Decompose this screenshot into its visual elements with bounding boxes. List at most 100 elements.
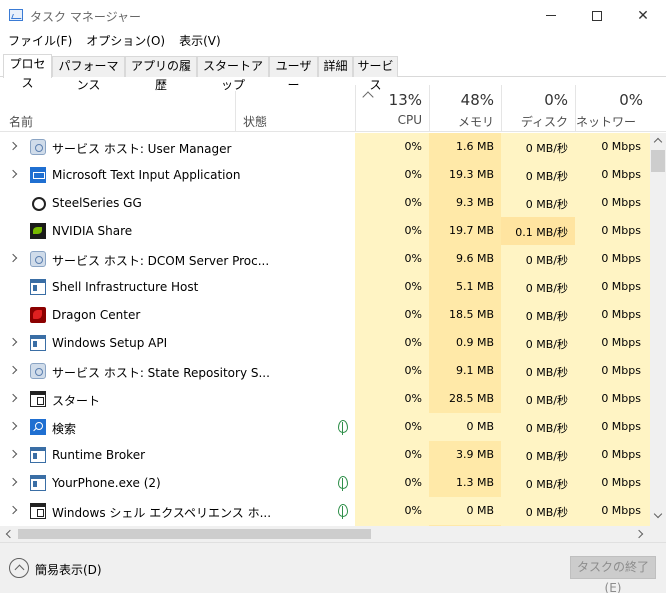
scroll-down-icon[interactable] xyxy=(653,509,663,519)
process-row[interactable]: SteelSeries GG 0% 9.3 MB 0 MB/秒 0 Mbps xyxy=(0,189,650,217)
disk-cell: 0 MB/秒 xyxy=(525,506,568,519)
memory-cell: 5.1 MB xyxy=(455,280,494,293)
expand-chevron-icon[interactable] xyxy=(8,449,18,459)
fewer-details-link[interactable]: 簡易表示(D) xyxy=(35,561,102,578)
title-bar[interactable]: タスク マネージャー ✕ xyxy=(0,0,666,31)
process-list: サービス ホスト: User Manager 0% 1.6 MB 0 MB/秒 0 Mb… xyxy=(0,133,650,526)
process-name: スタート xyxy=(52,394,101,408)
disk-cell: 0 MB/秒 xyxy=(525,450,568,463)
disk-total: 0% xyxy=(544,91,568,109)
expand-chevron-icon[interactable] xyxy=(8,141,18,151)
maximize-button[interactable] xyxy=(574,0,620,31)
cpu-cell: 0% xyxy=(404,196,422,209)
collapse-chevron-icon[interactable] xyxy=(9,558,29,578)
cpu-cell: 0% xyxy=(404,392,422,405)
search-icon xyxy=(30,419,46,435)
column-cpu-header[interactable]: 13% CPU xyxy=(355,85,429,132)
network-cell: 0 Mbps xyxy=(601,476,641,489)
vertical-scroll-thumb[interactable] xyxy=(651,150,665,172)
end-task-button[interactable]: タスクの終了(E) xyxy=(570,556,656,593)
process-name: SteelSeries GG xyxy=(52,196,142,210)
keyboard-icon xyxy=(30,167,46,183)
task-manager-icon xyxy=(9,9,23,21)
suspended-leaf-icon xyxy=(338,419,348,435)
tab-services[interactable]: サービス xyxy=(353,56,398,92)
process-row[interactable]: スタート 0% 28.5 MB 0 MB/秒 0 Mbps xyxy=(0,385,650,413)
process-name: Microsoft Text Input Application xyxy=(52,168,241,182)
horizontal-scroll-thumb[interactable] xyxy=(18,529,371,539)
column-name-header[interactable]: 名前 xyxy=(9,113,33,130)
memory-cell: 9.3 MB xyxy=(455,196,494,209)
tab-performance[interactable]: パフォーマンス xyxy=(52,56,125,92)
process-row[interactable]: Shell Infrastructure Host 0% 5.1 MB 0 MB/秒 0… xyxy=(0,273,650,301)
cpu-cell: 0% xyxy=(404,476,422,489)
process-row[interactable]: YourPhone.exe (2) 0% 1.3 MB 0 MB/秒 0 Mbps xyxy=(0,469,650,497)
tab-details[interactable]: 詳細 xyxy=(318,56,353,77)
vertical-scrollbar[interactable] xyxy=(650,133,666,526)
process-name: Dragon Center xyxy=(52,308,141,322)
disk-cell: 0 MB/秒 xyxy=(525,282,568,295)
network-cell: 0 Mbps xyxy=(601,168,641,181)
scroll-left-icon[interactable] xyxy=(5,529,15,539)
column-network-header[interactable]: 0% ネットワーク xyxy=(575,85,650,146)
close-button[interactable]: ✕ xyxy=(620,0,666,31)
cpu-total: 13% xyxy=(388,91,422,109)
minimize-button[interactable] xyxy=(528,0,574,31)
process-row[interactable]: サービス ホスト: User Manager 0% 1.6 MB 0 MB/秒 0 Mb… xyxy=(0,133,650,161)
process-row[interactable]: Windows シェル エクスペリエンス ホ... 0% 0 MB 0 MB/秒 0 M… xyxy=(0,497,650,525)
network-cell: 0 Mbps xyxy=(601,448,641,461)
network-cell: 0 Mbps xyxy=(601,392,641,405)
disk-cell: 0 MB/秒 xyxy=(525,478,568,491)
menu-file[interactable]: ファイル(F) xyxy=(0,31,79,52)
menu-options[interactable]: オプション(O) xyxy=(79,31,172,52)
disk-cell: 0 MB/秒 xyxy=(525,338,568,351)
menu-view[interactable]: 表示(V) xyxy=(172,31,228,52)
horizontal-scrollbar[interactable] xyxy=(0,526,650,542)
expand-chevron-icon[interactable] xyxy=(8,169,18,179)
process-name: サービス ホスト: State Repository S... xyxy=(52,366,270,380)
process-row[interactable]: サービス ホスト: State Repository S... 0% 9.1 MB 0… xyxy=(0,357,650,385)
process-row[interactable]: Dragon Center 0% 18.5 MB 0 MB/秒 0 Mbps xyxy=(0,301,650,329)
nvidia-icon xyxy=(30,223,46,239)
memory-cell: 3.9 MB xyxy=(455,448,494,461)
gear-icon xyxy=(30,139,46,155)
process-name: YourPhone.exe (2) xyxy=(52,476,161,490)
expand-chevron-icon[interactable] xyxy=(8,421,18,431)
tab-processes[interactable]: プロセス xyxy=(3,54,52,90)
tab-users[interactable]: ユーザー xyxy=(269,56,318,92)
expand-chevron-icon[interactable] xyxy=(8,393,18,403)
network-cell: 0 Mbps xyxy=(601,252,641,265)
process-row[interactable]: サービス ホスト: DCOM Server Proc... 0% 9.6 MB 0 M… xyxy=(0,245,650,273)
close-icon: ✕ xyxy=(637,7,649,24)
expand-chevron-icon[interactable] xyxy=(8,505,18,515)
column-status-header[interactable]: 状態 xyxy=(243,113,267,130)
disk-cell: 0 MB/秒 xyxy=(525,394,568,407)
expand-chevron-icon[interactable] xyxy=(8,477,18,487)
tab-startup[interactable]: スタートアップ xyxy=(197,56,269,92)
tab-app-history[interactable]: アプリの履歴 xyxy=(125,56,197,92)
process-row[interactable]: Microsoft Text Input Application 0% 19.3 M… xyxy=(0,161,650,189)
disk-cell: 0 MB/秒 xyxy=(525,142,568,155)
column-divider[interactable] xyxy=(235,91,236,132)
memory-cell: 0 MB xyxy=(466,420,494,433)
expand-chevron-icon[interactable] xyxy=(8,337,18,347)
memory-cell: 19.7 MB xyxy=(448,224,494,237)
process-row[interactable]: 検索 0% 0 MB 0 MB/秒 0 Mbps xyxy=(0,413,650,441)
dragon-icon xyxy=(30,307,46,323)
gear-icon xyxy=(30,363,46,379)
memory-label: メモリ xyxy=(457,115,494,129)
expand-chevron-icon[interactable] xyxy=(8,253,18,263)
column-memory-header[interactable]: 48% メモリ xyxy=(429,85,501,132)
process-row[interactable]: Windows Setup API 0% 0.9 MB 0 MB/秒 0 Mbps xyxy=(0,329,650,357)
expand-chevron-icon[interactable] xyxy=(8,365,18,375)
scroll-right-icon[interactable] xyxy=(634,529,644,539)
column-disk-header[interactable]: 0% ディスク xyxy=(501,85,575,132)
network-cell: 0 Mbps xyxy=(601,504,641,517)
cpu-label: CPU xyxy=(397,113,422,127)
memory-cell: 9.1 MB xyxy=(455,364,494,377)
network-cell: 0 Mbps xyxy=(601,196,641,209)
process-row[interactable]: NVIDIA Share 0% 19.7 MB 0.1 MB/秒 0 Mbps xyxy=(0,217,650,245)
network-cell: 0 Mbps xyxy=(601,336,641,349)
scroll-up-icon[interactable] xyxy=(653,137,663,147)
process-row[interactable]: Runtime Broker 0% 3.9 MB 0 MB/秒 0 Mbps xyxy=(0,441,650,469)
